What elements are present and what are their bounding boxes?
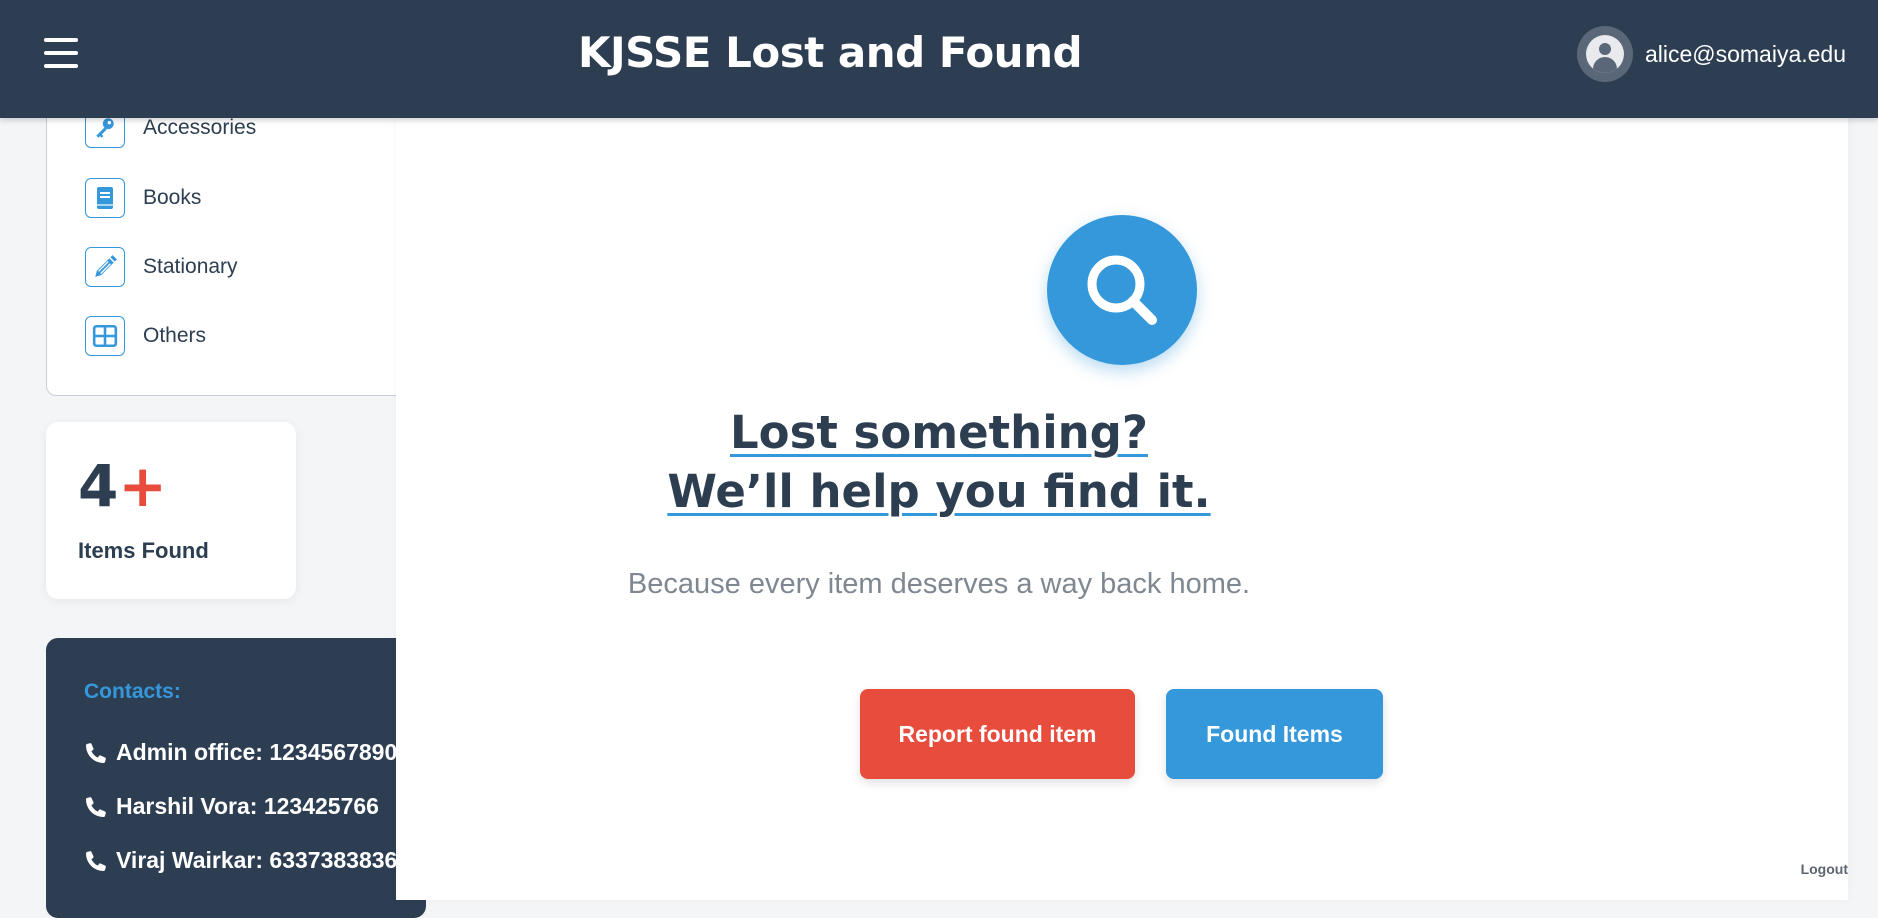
- phone-icon: [86, 850, 106, 871]
- report-found-item-button[interactable]: Report found item: [860, 689, 1135, 779]
- category-label: Accessories: [143, 116, 257, 139]
- contact-text: Admin office: 1234567890: [116, 739, 398, 765]
- user-avatar-icon: [1576, 26, 1633, 82]
- category-item-stationary[interactable]: Stationary: [85, 247, 238, 287]
- contact-item: Viraj Wairkar: 6337383836: [84, 847, 397, 874]
- hero-heading-line-1: Lost something?: [730, 406, 1148, 459]
- search-icon: [1047, 215, 1197, 365]
- category-label: Stationary: [143, 255, 238, 278]
- top-navbar: KJSSE Lost and Found alice@somaiya.edu: [0, 0, 1878, 118]
- contact-item: Admin office: 1234567890: [84, 739, 397, 766]
- contact-item: Harshil Vora: 123425766: [84, 793, 379, 820]
- category-label: Others: [143, 324, 207, 347]
- contact-text: Viraj Wairkar: 6337383836: [116, 847, 398, 873]
- hero-heading-line-2: We’ll help you find it.: [667, 465, 1211, 518]
- hero-subtitle: Because every item deserves a way back h…: [627, 568, 1251, 600]
- user-menu[interactable]: alice@somaiya.edu: [1576, 26, 1846, 82]
- items-found-label: Items Found: [78, 538, 209, 563]
- book-icon: [85, 178, 125, 218]
- contact-text: Harshil Vora: 123425766: [116, 793, 379, 819]
- app-title: KJSSE Lost and Found: [578, 28, 1083, 77]
- contacts-panel: Contacts: Admin office: 1234567890 Harsh…: [46, 638, 426, 918]
- logout-link[interactable]: Logout: [1801, 861, 1848, 877]
- phone-icon: [86, 796, 106, 817]
- category-item-others[interactable]: Others: [85, 316, 206, 356]
- user-email: alice@somaiya.edu: [1644, 40, 1846, 67]
- phone-icon: [86, 742, 106, 763]
- grid-icon: [85, 316, 125, 356]
- pencil-icon: [85, 247, 125, 287]
- category-item-books[interactable]: Books: [85, 178, 201, 218]
- contacts-title: Contacts:: [84, 680, 181, 703]
- hamburger-menu-icon[interactable]: [44, 38, 78, 68]
- found-items-button[interactable]: Found Items: [1166, 689, 1383, 779]
- category-label: Books: [143, 186, 202, 209]
